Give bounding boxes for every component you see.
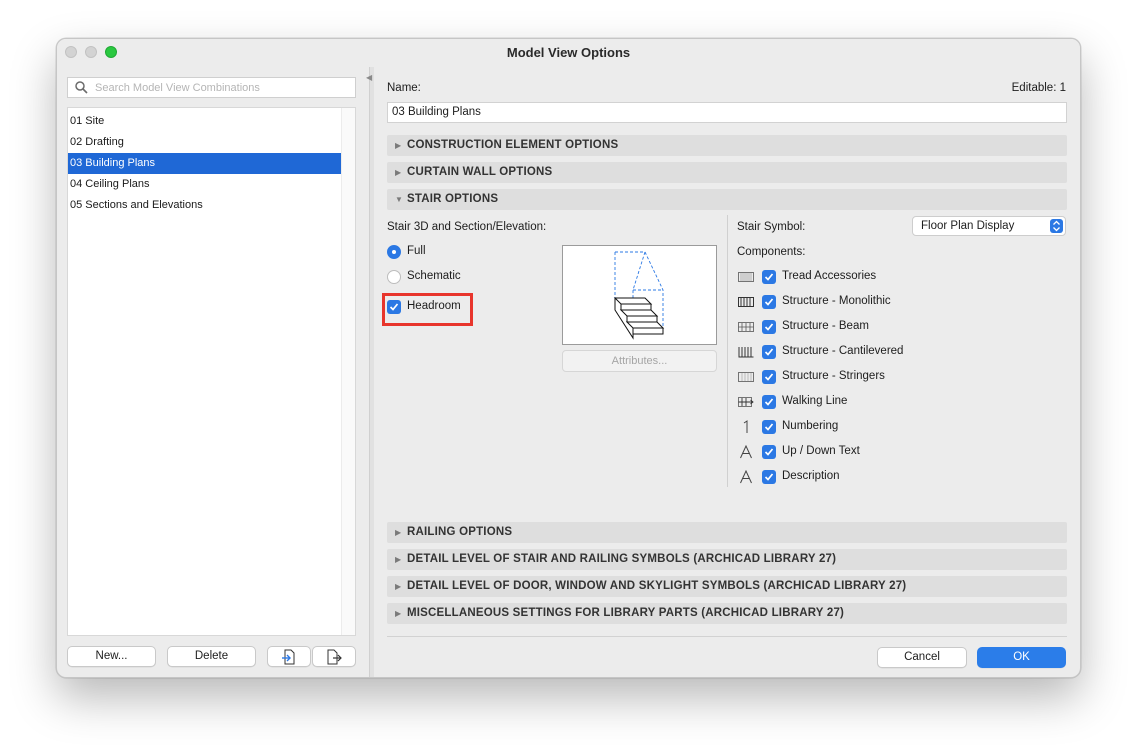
section-construction-element-options[interactable]: ▶ CONSTRUCTION ELEMENT OPTIONS	[387, 135, 1067, 156]
footer-divider	[387, 636, 1067, 637]
list-scrollbar[interactable]	[341, 108, 355, 635]
import-button[interactable]	[267, 646, 311, 667]
stair-mode-label: Stair 3D and Section/Elevation:	[387, 221, 547, 233]
list-item[interactable]: 01 Site	[68, 111, 343, 132]
walking-line-icon	[738, 397, 754, 407]
full-radio[interactable]	[387, 245, 401, 259]
tread-accessories-icon	[738, 272, 754, 282]
model-view-list: 01 Site 02 Drafting 03 Building Plans 04…	[67, 107, 356, 636]
structure-cantilevered-checkbox[interactable]	[762, 345, 776, 359]
name-label: Name:	[387, 82, 421, 94]
disclosure-right-icon: ▶	[395, 609, 402, 618]
disclosure-right-icon: ▶	[395, 141, 402, 150]
disclosure-right-icon: ▶	[395, 168, 402, 177]
structure-cantilevered-icon	[738, 347, 754, 358]
name-input[interactable]: 03 Building Plans	[387, 102, 1067, 123]
section-railing-options[interactable]: ▶ RAILING OPTIONS	[387, 522, 1067, 543]
panel-splitter[interactable]	[369, 67, 374, 677]
numbering-label: Numbering	[782, 420, 839, 432]
up-down-text-checkbox[interactable]	[762, 445, 776, 459]
checkmark-icon	[389, 303, 399, 311]
stair-preview-icon	[613, 251, 665, 340]
description-checkbox[interactable]	[762, 470, 776, 484]
walking-line-checkbox[interactable]	[762, 395, 776, 409]
section-detail-door-window[interactable]: ▶ DETAIL LEVEL OF DOOR, WINDOW AND SKYLI…	[387, 576, 1067, 597]
popup-stepper-icon	[1050, 219, 1063, 233]
up-down-text-icon	[740, 445, 752, 459]
full-label: Full	[407, 245, 426, 257]
list-item[interactable]: 02 Drafting	[68, 132, 343, 153]
stair-symbol-label: Stair Symbol:	[737, 221, 806, 233]
ok-button[interactable]: OK	[977, 647, 1066, 668]
disclosure-right-icon: ▶	[395, 555, 402, 564]
structure-beam-checkbox[interactable]	[762, 320, 776, 334]
numbering-checkbox[interactable]	[762, 420, 776, 434]
window-title: Model View Options	[506, 45, 631, 60]
section-stair-options[interactable]: ▼ STAIR OPTIONS	[387, 189, 1067, 210]
disclosure-right-icon: ▶	[395, 582, 402, 591]
cancel-button[interactable]: Cancel	[877, 647, 967, 668]
components-label: Components:	[737, 246, 806, 258]
export-icon	[327, 649, 342, 665]
export-button[interactable]	[312, 646, 356, 667]
numbering-icon	[743, 420, 748, 433]
up-down-text-label: Up / Down Text	[782, 445, 860, 457]
walking-line-label: Walking Line	[782, 395, 848, 407]
schematic-radio[interactable]	[387, 270, 401, 284]
column-divider	[727, 215, 728, 487]
search-input[interactable]	[95, 80, 350, 95]
structure-monolithic-label: Structure - Monolithic	[782, 295, 891, 307]
tread-accessories-label: Tread Accessories	[782, 270, 877, 282]
editable-count: Editable: 1	[1011, 82, 1066, 94]
list-item[interactable]: 04 Ceiling Plans	[68, 174, 343, 195]
structure-cantilevered-label: Structure - Cantilevered	[782, 345, 904, 357]
new-button[interactable]: New...	[67, 646, 156, 667]
search-field[interactable]	[67, 77, 356, 98]
description-label: Description	[782, 470, 840, 482]
section-curtain-wall-options[interactable]: ▶ CURTAIN WALL OPTIONS	[387, 162, 1067, 183]
section-misc-settings[interactable]: ▶ MISCELLANEOUS SETTINGS FOR LIBRARY PAR…	[387, 603, 1067, 624]
import-icon	[282, 649, 295, 665]
disclosure-right-icon: ▶	[395, 528, 402, 537]
list-item[interactable]: 05 Sections and Elevations	[68, 195, 343, 216]
structure-stringers-label: Structure - Stringers	[782, 370, 885, 382]
disclosure-down-icon: ▼	[395, 195, 403, 204]
list-item-selected[interactable]: 03 Building Plans	[68, 153, 343, 174]
model-view-options-window: Model View Options 01 Site 02 Drafting 0…	[56, 38, 1081, 678]
delete-button[interactable]: Delete	[167, 646, 256, 667]
structure-stringers-icon	[738, 372, 754, 382]
collapse-left-icon[interactable]: ◀	[366, 73, 372, 82]
section-detail-stair-railing[interactable]: ▶ DETAIL LEVEL OF STAIR AND RAILING SYMB…	[387, 549, 1067, 570]
search-icon	[75, 81, 88, 94]
stair-symbol-select[interactable]: Floor Plan Display	[912, 216, 1066, 236]
stair-preview	[562, 245, 717, 345]
headroom-checkbox[interactable]	[387, 300, 401, 314]
title-bar: Model View Options	[57, 39, 1080, 67]
structure-beam-icon	[738, 322, 754, 332]
headroom-label: Headroom	[407, 300, 461, 312]
structure-monolithic-checkbox[interactable]	[762, 295, 776, 309]
tread-accessories-checkbox[interactable]	[762, 270, 776, 284]
structure-stringers-checkbox[interactable]	[762, 370, 776, 384]
description-icon	[740, 470, 752, 484]
schematic-label: Schematic	[407, 270, 461, 282]
structure-monolithic-icon	[738, 297, 754, 307]
attributes-button[interactable]: Attributes...	[562, 350, 717, 372]
structure-beam-label: Structure - Beam	[782, 320, 869, 332]
